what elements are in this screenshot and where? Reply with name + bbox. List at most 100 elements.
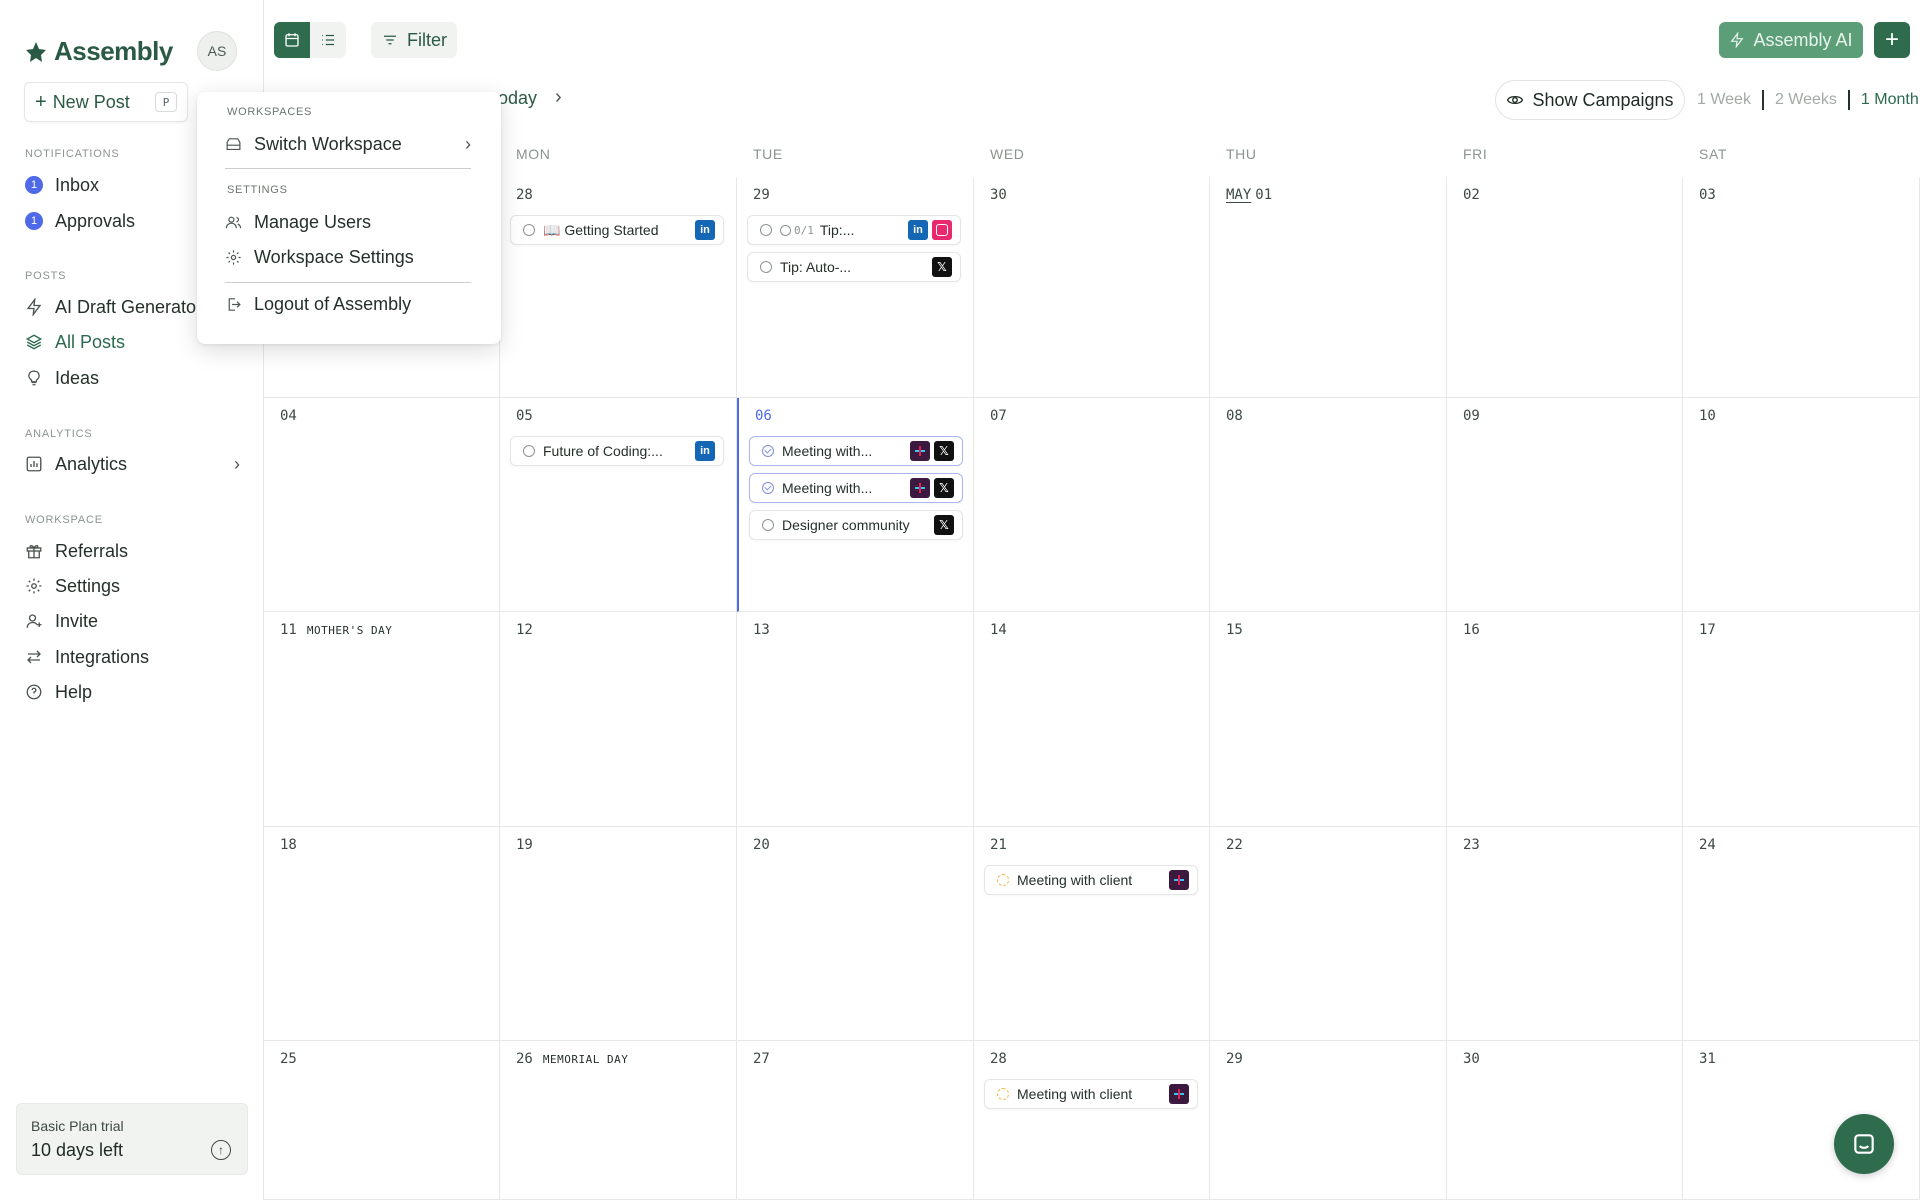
day-number: 23	[1463, 837, 1480, 853]
upgrade-arrow-icon[interactable]: ↑	[211, 1140, 231, 1160]
assembly-logo[interactable]: Assembly	[24, 36, 173, 67]
calendar-view-button[interactable]	[274, 22, 310, 58]
sidebar-item-help[interactable]: Help	[25, 678, 240, 706]
day-number: 27	[753, 1051, 770, 1067]
section-label-posts: POSTS	[25, 270, 67, 282]
sidebar-item-invite[interactable]: Invite	[25, 607, 240, 635]
post-card[interactable]: Tip: Auto-... 𝕏	[747, 252, 961, 282]
calendar-day-cell[interactable]: 28 Meeting with client	[974, 1041, 1210, 1200]
calendar-day-cell[interactable]: 11 MOTHER'S DAY	[264, 612, 500, 827]
calendar-day-cell[interactable]: 16	[1447, 612, 1683, 827]
day-number: 28	[990, 1051, 1007, 1067]
manage-users-item[interactable]: Manage Users	[225, 212, 471, 233]
x-icon: 𝕏	[934, 441, 954, 461]
post-card[interactable]: Meeting with... 𝕏	[749, 436, 963, 466]
calendar-day-cell[interactable]: 13	[737, 612, 974, 827]
logout-item[interactable]: Logout of Assembly	[225, 294, 471, 315]
day-number: 25	[280, 1051, 297, 1067]
filter-button[interactable]: Filter	[371, 22, 457, 58]
calendar-day-cell[interactable]: 14	[974, 612, 1210, 827]
calendar-day-cell[interactable]: 31	[1683, 1041, 1920, 1200]
calendar-day-cell[interactable]: 30	[974, 177, 1210, 398]
sidebar-item-integrations[interactable]: Integrations	[25, 643, 240, 671]
calendar-day-cell[interactable]: 03	[1683, 177, 1920, 398]
weekday-label: WED	[990, 146, 1025, 162]
calendar-day-cell[interactable]: 23	[1447, 827, 1683, 1041]
instagram-icon	[932, 220, 952, 240]
sidebar-item-ideas[interactable]: Ideas	[25, 364, 240, 392]
calendar-day-cell[interactable]: 18	[264, 827, 500, 1041]
day-label: 01	[1255, 187, 1273, 203]
calendar-day-cell[interactable]: 10	[1683, 398, 1920, 612]
new-post-button[interactable]: + New Post P	[24, 82, 188, 122]
post-card[interactable]: 📖 Getting Started in	[510, 215, 724, 245]
day-label: 28	[516, 187, 533, 203]
post-title: Future of Coding:...	[543, 443, 663, 459]
post-card[interactable]: Future of Coding:... in	[510, 436, 724, 466]
range-1-month[interactable]: 1 Month	[1861, 91, 1919, 109]
post-card[interactable]: Meeting with client	[984, 1079, 1198, 1109]
add-button[interactable]: +	[1874, 22, 1910, 58]
calendar-day-cell[interactable]: 27	[737, 1041, 974, 1200]
calendar-day-cell[interactable]: 29 0/1 Tip:... in Tip: Auto-... 𝕏	[737, 177, 974, 398]
calendar-day-cell[interactable]: 05 Future of Coding:... in	[500, 398, 737, 612]
post-status-icon	[523, 224, 535, 236]
post-status-icon	[760, 261, 772, 273]
menu-divider	[225, 168, 471, 169]
calendar-day-cell[interactable]: 09	[1447, 398, 1683, 612]
workspace-settings-item[interactable]: Workspace Settings	[225, 247, 471, 268]
post-title: Meeting with...	[782, 480, 873, 496]
sidebar-item-referrals[interactable]: Referrals	[25, 537, 240, 565]
next-period-chevron-icon[interactable]: ›	[555, 86, 562, 109]
calendar-day-cell[interactable]: 26 MEMORIAL DAY	[500, 1041, 737, 1200]
calendar-day-cell[interactable]: 21 Meeting with client	[974, 827, 1210, 1041]
day-label: 22	[1226, 837, 1243, 853]
calendar-day-cell[interactable]: 07	[974, 398, 1210, 612]
calendar-day-cell[interactable]: 12	[500, 612, 737, 827]
assembly-ai-button[interactable]: Assembly AI	[1719, 22, 1863, 58]
user-plus-icon	[26, 614, 42, 628]
calendar-day-cell[interactable]: 06 Meeting with... 𝕏 Meeting with... 𝕏 Design…	[737, 398, 974, 612]
calendar-day-cell[interactable]: 17	[1683, 612, 1920, 827]
calendar-day-cell[interactable]: 15	[1210, 612, 1447, 827]
calendar-day-cell[interactable]: 22	[1210, 827, 1447, 1041]
day-label: 06	[755, 408, 772, 424]
sidebar-item-analytics[interactable]: Analytics ›	[25, 450, 240, 478]
calendar-day-cell[interactable]: 20	[737, 827, 974, 1041]
calendar-day-cell[interactable]: MAY 01	[1210, 177, 1447, 398]
calendar-day-cell[interactable]: 08	[1210, 398, 1447, 612]
sidebar-item-settings[interactable]: Settings	[25, 572, 240, 600]
post-card[interactable]: Meeting with client	[984, 865, 1198, 895]
calendar-day-cell[interactable]: 04	[264, 398, 500, 612]
calendar-day-cell[interactable]: 24	[1683, 827, 1920, 1041]
trial-banner[interactable]: Basic Plan trial 10 days left ↑	[16, 1103, 248, 1175]
calendar-day-cell[interactable]: 29	[1210, 1041, 1447, 1200]
day-number: 12	[516, 622, 533, 638]
menu-divider	[225, 282, 471, 283]
calendar-day-cell[interactable]: 28 📖 Getting Started in	[500, 177, 737, 398]
day-label: 31	[1699, 1051, 1716, 1067]
show-campaigns-button[interactable]: Show Campaigns	[1495, 80, 1685, 120]
day-label: 26	[516, 1051, 533, 1067]
day-label: 30	[990, 187, 1007, 203]
calendar-day-cell[interactable]: 25	[264, 1041, 500, 1200]
post-card[interactable]: Designer community 𝕏	[749, 510, 963, 540]
today-button[interactable]: oday	[498, 88, 537, 109]
lightning-icon	[1730, 32, 1745, 48]
support-chat-button[interactable]	[1834, 1114, 1894, 1174]
post-status-icon	[762, 482, 774, 494]
day-label: 27	[753, 1051, 770, 1067]
post-card[interactable]: Meeting with... 𝕏	[749, 473, 963, 503]
calendar-day-cell[interactable]: 19	[500, 827, 737, 1041]
post-status-icon	[760, 224, 772, 236]
range-1-week[interactable]: 1 Week	[1697, 91, 1751, 109]
calendar-day-cell[interactable]: 02	[1447, 177, 1683, 398]
weekday-label: SAT	[1699, 146, 1727, 162]
day-label: 28	[990, 1051, 1007, 1067]
range-2-weeks[interactable]: 2 Weeks	[1775, 91, 1837, 109]
avatar[interactable]: AS	[197, 31, 237, 71]
switch-workspace-item[interactable]: Switch Workspace ›	[225, 134, 471, 155]
calendar-day-cell[interactable]: 30	[1447, 1041, 1683, 1200]
list-view-button[interactable]	[310, 22, 346, 58]
post-card[interactable]: 0/1 Tip:... in	[747, 215, 961, 245]
